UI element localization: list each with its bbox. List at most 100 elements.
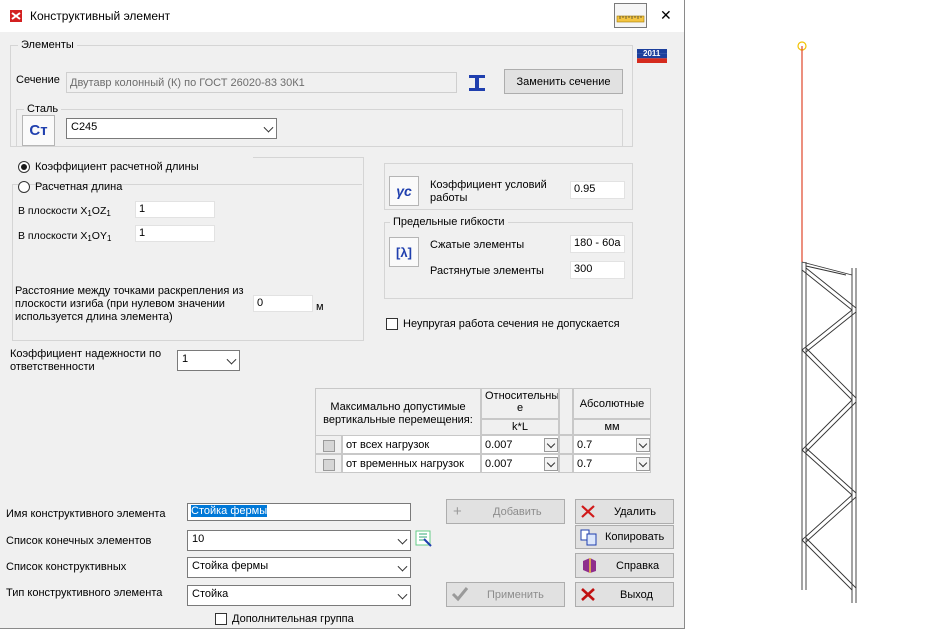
row-checkbox[interactable] (323, 440, 335, 452)
title-bar: Конструктивный элемент ✕ (0, 0, 684, 32)
reliability-label-2: ответственности (10, 361, 95, 373)
ce-list-label: Список конструктивных (6, 561, 127, 573)
delete-button[interactable]: Удалить (575, 499, 674, 524)
flag-label: 2011 (643, 49, 661, 58)
absolute-dropdown-icon[interactable] (636, 438, 650, 452)
spacer-cell (559, 454, 573, 473)
inelastic-checkbox[interactable] (386, 318, 398, 330)
lambda-icon: [λ] (396, 244, 412, 260)
extra-group-label[interactable]: Дополнительная группа (232, 613, 354, 625)
tension-field[interactable]: 300 (570, 261, 625, 279)
exit-button-label: Выход (620, 589, 653, 601)
copy-button-label: Копировать (605, 531, 665, 543)
app-icon (9, 9, 23, 23)
fe-list-value: 10 (192, 533, 205, 545)
type-select[interactable]: Стойка (187, 585, 411, 606)
chevron-down-icon (397, 561, 408, 572)
red-x-icon (580, 504, 596, 522)
compressed-field[interactable]: 180 - 60a (570, 235, 625, 253)
slenderness-label: Предельные гибкости (390, 216, 508, 228)
help-button-label: Справка (616, 560, 660, 572)
model-viewport[interactable] (686, 0, 940, 629)
row-checkbox-cell[interactable] (315, 454, 342, 473)
steel-select[interactable]: С245 (66, 118, 277, 139)
distance-label-3: используется длина элемента) (15, 311, 173, 323)
spacer-header (559, 388, 573, 435)
absolute-unit: мм (573, 419, 651, 435)
plane-xoz-field[interactable]: 1 (135, 201, 215, 218)
copy-button[interactable]: Копировать (575, 525, 674, 549)
add-button[interactable]: + Добавить (446, 499, 565, 524)
inelastic-label[interactable]: Неупругая работа сечения не допускается (403, 318, 620, 330)
row-checkbox-cell[interactable] (315, 435, 342, 454)
spacer-cell (559, 435, 573, 454)
chevron-down-icon (226, 354, 237, 365)
row-label: от временных нагрузок (342, 454, 481, 473)
apply-button-label: Применить (487, 589, 544, 601)
absolute-header: Абсолютные (573, 388, 651, 419)
chevron-down-icon (397, 534, 408, 545)
plus-icon: + (453, 503, 462, 520)
tension-label: Растянутые элементы (430, 265, 544, 277)
relative-header: Относительны е (481, 388, 559, 419)
distance-label-2: плоскости изгиба (при нулевом значении (15, 298, 225, 310)
reliability-select-value: 1 (182, 353, 189, 365)
fe-list-label: Список конечных элементов (6, 535, 152, 547)
extra-group-checkbox[interactable] (215, 613, 227, 625)
lambda-icon-button[interactable]: [λ] (389, 237, 419, 267)
relative-unit: k*L (481, 419, 559, 435)
ruler-icon[interactable] (614, 3, 647, 28)
chevron-down-icon (263, 122, 274, 133)
length-radio-label[interactable]: Расчетная длина (35, 181, 122, 193)
gamma-c-icon: γc (396, 183, 412, 199)
displacements-table: Максимально допустимые вертикальные пере… (315, 388, 651, 473)
help-button[interactable]: Справка (575, 553, 674, 578)
distance-unit: м (316, 301, 324, 313)
apply-button[interactable]: Применить (446, 582, 565, 607)
select-elements-icon[interactable] (415, 530, 433, 548)
distance-field[interactable]: 0 (253, 295, 313, 312)
name-field-value: Стойка фермы (191, 505, 268, 517)
coef-radio[interactable] (18, 161, 30, 173)
row-checkbox[interactable] (323, 459, 335, 471)
plane-xoy-label: В плоскости X1OY1 (18, 230, 112, 243)
relative-dropdown-icon[interactable] (544, 457, 558, 471)
delete-button-label: Удалить (614, 506, 656, 518)
absolute-dropdown-icon[interactable] (636, 457, 650, 471)
section-field[interactable]: Двутавр колонный (К) по ГОСТ 26020-83 30… (66, 72, 457, 93)
steel-label: Сталь (24, 103, 62, 115)
black-x-icon (580, 587, 596, 605)
replace-section-button[interactable]: Заменить сечение (504, 69, 623, 94)
row-label: от всех нагрузок (342, 435, 481, 454)
close-icon[interactable]: ✕ (660, 7, 672, 24)
checkmark-icon (451, 586, 469, 605)
relative-dropdown-icon[interactable] (544, 438, 558, 452)
chevron-down-icon (397, 589, 408, 600)
name-label: Имя конструктивного элемента (6, 508, 166, 520)
gamma-c-icon-button[interactable]: γc (389, 176, 419, 206)
truss-drawing (797, 41, 857, 603)
elements-group-label: Элементы (18, 39, 77, 51)
flag-icon: 2011 (637, 49, 667, 63)
name-field[interactable]: Стойка фермы (187, 503, 411, 521)
steel-icon-button[interactable]: Cт (22, 115, 55, 146)
plane-xoy-field[interactable]: 1 (135, 225, 215, 242)
ce-list-select[interactable]: Стойка фермы (187, 557, 411, 578)
book-icon (581, 557, 598, 577)
section-label: Сечение (16, 74, 60, 86)
reliability-select[interactable]: 1 (177, 350, 240, 371)
exit-button[interactable]: Выход (575, 582, 674, 607)
i-beam-icon (466, 73, 488, 93)
work-conditions-label-1: Коэффициент условий (430, 179, 547, 191)
length-radio[interactable] (18, 181, 30, 193)
copy-icon (580, 529, 598, 549)
dialog-window: Конструктивный элемент ✕ 2011 Элементы С… (0, 0, 685, 629)
type-value: Стойка (192, 588, 229, 600)
work-conditions-label-2: работы (430, 192, 468, 204)
fe-list-select[interactable]: 10 (187, 530, 411, 551)
work-conditions-field[interactable]: 0.95 (570, 181, 625, 199)
window-title: Конструктивный элемент (30, 9, 171, 23)
reliability-label-1: Коэффициент надежности по (10, 348, 162, 360)
coef-radio-label[interactable]: Коэффициент расчетной длины (35, 161, 199, 173)
type-label: Тип конструктивного элемента (6, 587, 163, 599)
